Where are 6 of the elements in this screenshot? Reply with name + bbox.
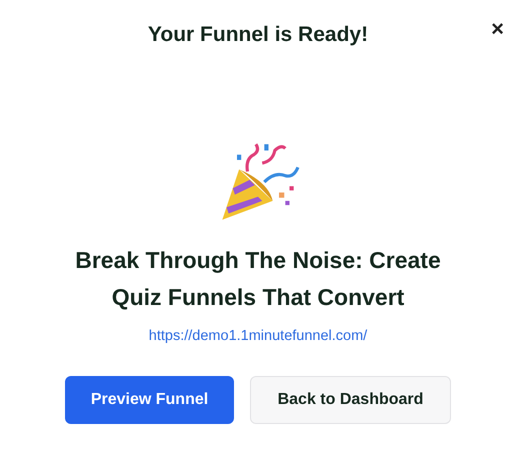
preview-button[interactable]: Preview Funnel — [65, 376, 234, 424]
funnel-link[interactable]: https://demo1.1minutefunnel.com/ — [148, 328, 368, 344]
dashboard-button[interactable]: Back to Dashboard — [250, 376, 451, 424]
modal-title: Your Funnel is Ready! — [148, 22, 368, 48]
funnel-headline: Break Through The Noise: Create Quiz Funnels That Convert — [74, 246, 442, 312]
close-button[interactable]: × — [487, 14, 508, 44]
